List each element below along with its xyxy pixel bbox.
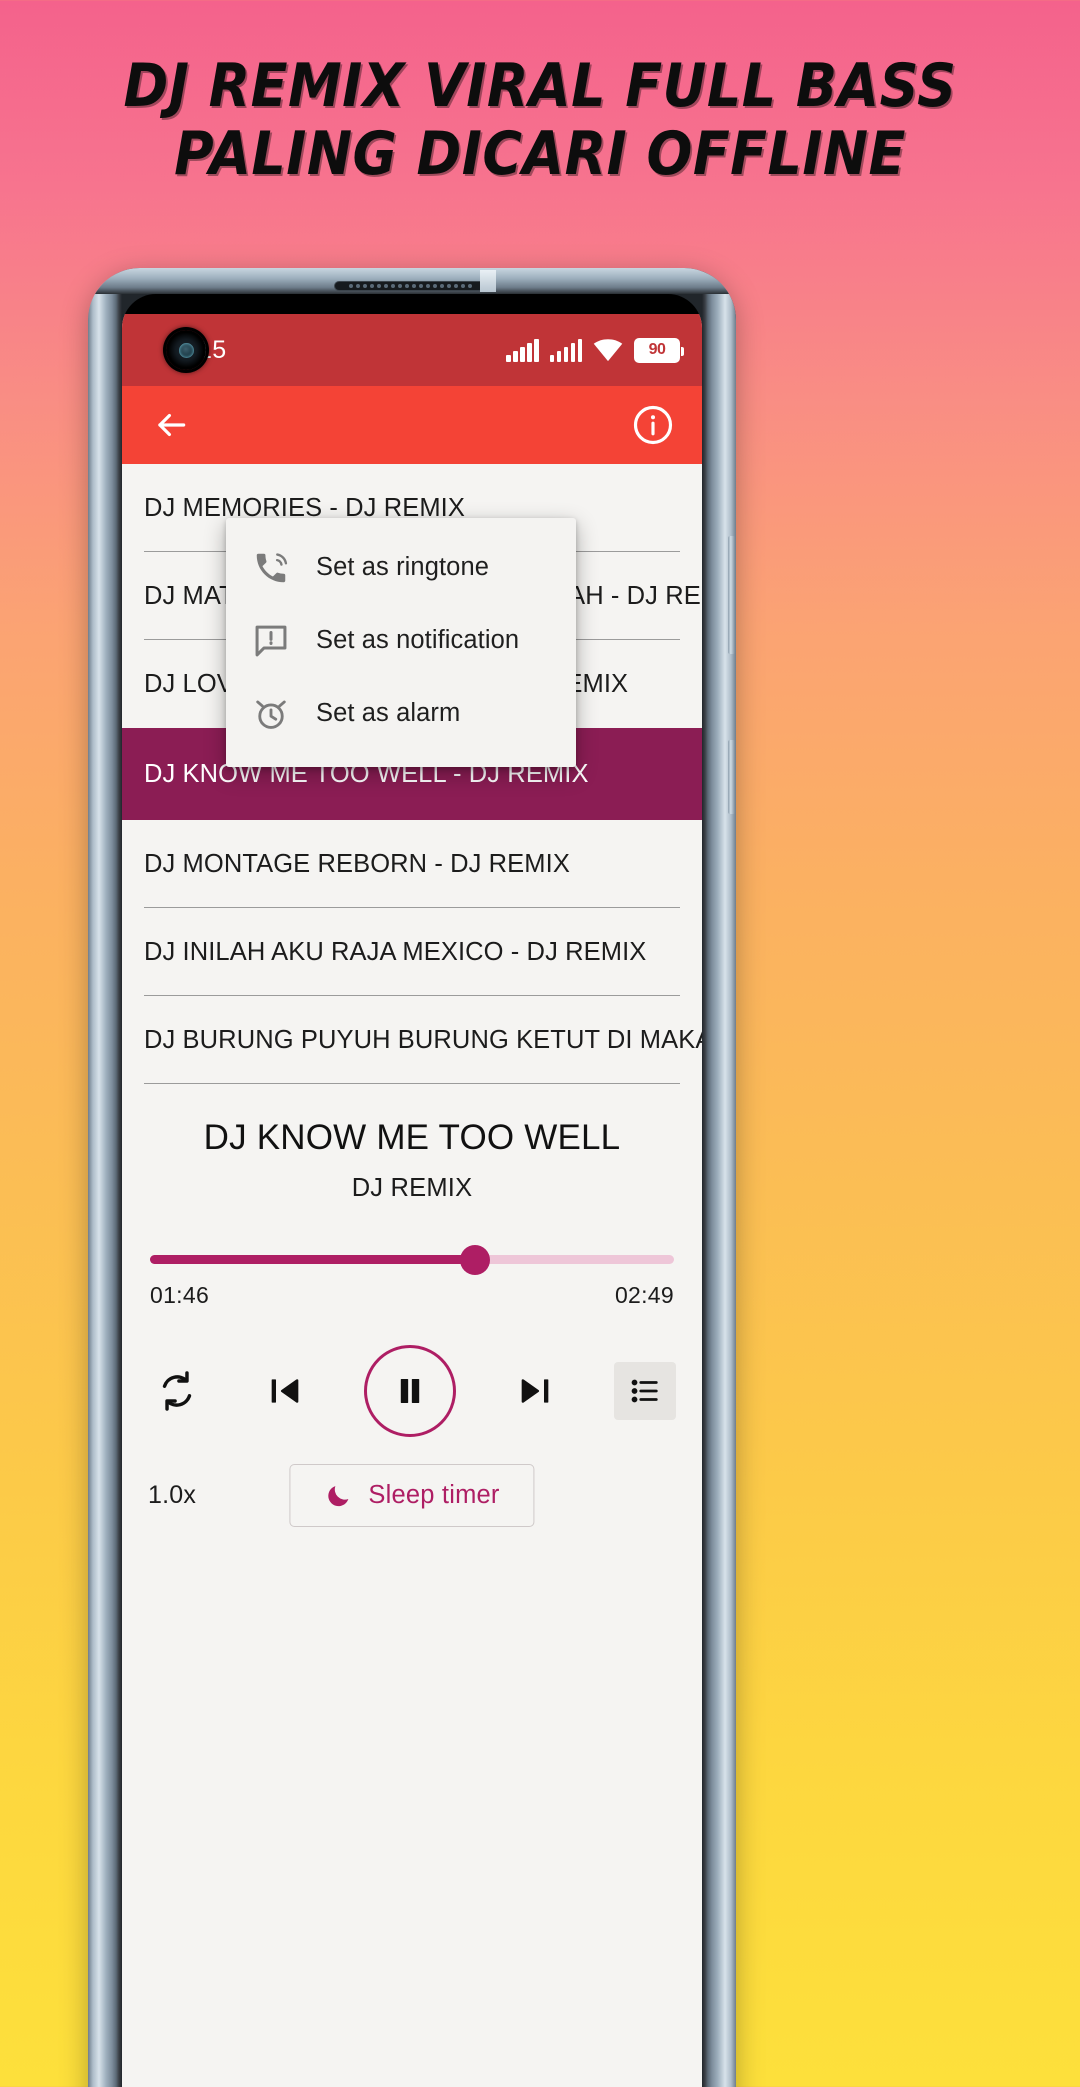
signal-icon xyxy=(549,338,582,362)
time-labels: 01:46 02:49 xyxy=(150,1282,674,1309)
bottom-row: 1.0x Sleep timer xyxy=(122,1437,702,1527)
status-icons: 90 xyxy=(506,337,684,363)
song-title: DJ MONTAGE REBORN - DJ REMIX xyxy=(144,849,570,878)
now-playing-title: DJ KNOW ME TOO WELL xyxy=(203,1118,621,1157)
battery-icon: 90 xyxy=(634,337,684,363)
playlist-button[interactable] xyxy=(614,1362,676,1420)
now-playing: DJ KNOW ME TOO WELL DJ REMIX xyxy=(122,1084,702,1203)
list-item[interactable]: DJ MONTAGE REBORN - DJ REMIX xyxy=(122,820,702,908)
power-button[interactable] xyxy=(728,740,735,814)
seek-bar-thumb[interactable] xyxy=(459,1244,490,1275)
pause-button[interactable] xyxy=(364,1345,456,1437)
info-button[interactable] xyxy=(630,402,676,448)
volume-button[interactable] xyxy=(728,536,735,654)
seek-bar[interactable] xyxy=(150,1244,674,1275)
previous-button[interactable] xyxy=(256,1362,314,1420)
song-title: DJ INILAH AKU RAJA MEXICO - DJ REMIX xyxy=(144,937,647,966)
repeat-button[interactable] xyxy=(148,1362,206,1420)
menu-item-set-as-ringtone[interactable]: Set as ringtone xyxy=(226,531,576,604)
song-list: DJ MEMORIES - DJ REMIX DJ MATA KUCING JA… xyxy=(122,464,702,1084)
menu-item-set-as-alarm[interactable]: Set as alarm xyxy=(226,677,576,750)
earpiece-speaker-icon xyxy=(334,281,486,291)
sleep-timer-button[interactable]: Sleep timer xyxy=(289,1464,535,1527)
phone-mockup: 15 90 DJ MEMORIES - DJ REMIX DJ MATA - D… xyxy=(88,268,736,2087)
list-item[interactable]: DJ INILAH AKU RAJA MEXICO - DJ REMIX xyxy=(122,908,702,996)
now-playing-artist: DJ REMIX xyxy=(351,1174,473,1202)
list-item[interactable]: DJ BURUNG PUYUH BURUNG KETUT DI MAKAN … xyxy=(122,996,702,1084)
notification-chat-icon xyxy=(252,622,290,660)
menu-item-label: Set as notification xyxy=(316,626,520,654)
menu-item-set-as-notification[interactable]: Set as notification xyxy=(226,604,576,677)
front-camera-icon xyxy=(166,330,206,370)
phone-antenna-band xyxy=(480,270,496,292)
next-button[interactable] xyxy=(506,1362,564,1420)
playback-speed-button[interactable]: 1.0x xyxy=(148,1481,196,1510)
sleep-timer-label: Sleep timer xyxy=(368,1481,500,1509)
moon-icon xyxy=(324,1482,352,1510)
alarm-clock-icon xyxy=(252,695,290,733)
menu-item-label: Set as ringtone xyxy=(316,553,490,581)
page-title: DJ REMIX VIRAL FULL BASS PALING DICARI O… xyxy=(123,51,957,189)
ringtone-phone-icon xyxy=(252,549,290,587)
phone-screen: 15 90 DJ MEMORIES - DJ REMIX DJ MATA - D… xyxy=(122,294,702,2087)
elapsed-time: 01:46 xyxy=(150,1282,210,1308)
back-button[interactable] xyxy=(148,402,194,448)
signal-icon xyxy=(506,338,539,362)
player-controls xyxy=(122,1309,702,1437)
total-duration: 02:49 xyxy=(614,1282,674,1308)
song-title: DJ BURUNG PUYUH BURUNG KETUT DI MAKAN … xyxy=(144,1025,702,1054)
context-menu: Set as ringtone Set as notification Set … xyxy=(226,518,576,767)
menu-item-label: Set as alarm xyxy=(316,699,461,727)
seek-bar-container: 01:46 02:49 xyxy=(122,1203,702,1309)
app-bar xyxy=(122,386,702,464)
seek-bar-fill xyxy=(150,1255,475,1264)
battery-level: 90 xyxy=(648,341,666,358)
wifi-icon xyxy=(593,338,623,362)
status-bar: 15 90 xyxy=(122,314,702,386)
